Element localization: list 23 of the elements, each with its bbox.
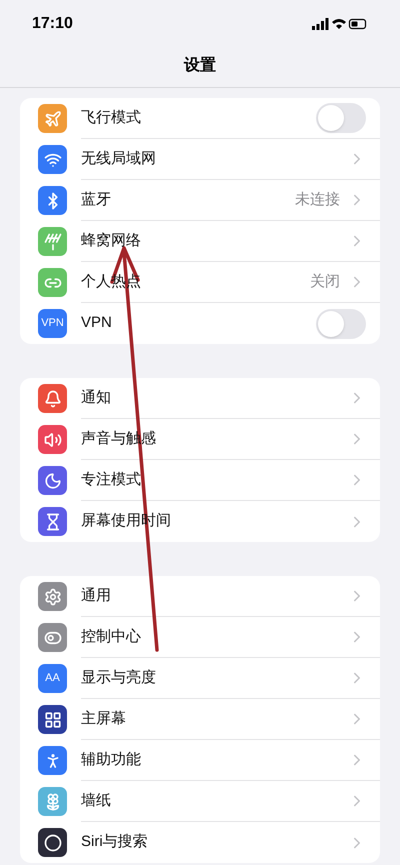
status-icons-drawing bbox=[312, 17, 368, 31]
row-label[interactable]: 蓝牙 bbox=[81, 188, 111, 212]
row-label[interactable]: 通知 bbox=[81, 386, 111, 410]
text-size-icon: AA bbox=[38, 664, 67, 693]
row-label[interactable]: 辅助功能 bbox=[81, 748, 141, 772]
row-value: 关闭 bbox=[310, 272, 340, 292]
row-label[interactable]: 蜂窝网络 bbox=[81, 230, 141, 252]
row-label[interactable]: 墙纸 bbox=[81, 790, 111, 812]
status-time: 17:10 bbox=[32, 14, 73, 34]
row-label[interactable]: 控制中心 bbox=[81, 626, 141, 648]
row-label[interactable]: VPN bbox=[81, 312, 112, 335]
row-label[interactable]: 通用 bbox=[81, 584, 111, 608]
row-label[interactable]: Siri与搜索 bbox=[81, 831, 148, 854]
row-label[interactable]: 专注模式 bbox=[81, 468, 141, 492]
row-value: 未连接 bbox=[295, 190, 340, 210]
row-label[interactable]: 无线局域网 bbox=[81, 148, 156, 170]
row-label[interactable]: 飞行模式 bbox=[81, 106, 141, 130]
page-title: 设置 bbox=[184, 56, 216, 76]
vpn-icon: VPN bbox=[38, 309, 67, 338]
toggle-switch[interactable] bbox=[316, 308, 366, 338]
toggle-switch[interactable] bbox=[316, 103, 366, 133]
row-label[interactable]: 显示与亮度 bbox=[81, 666, 156, 690]
row-label[interactable]: 主屏幕 bbox=[81, 708, 126, 730]
